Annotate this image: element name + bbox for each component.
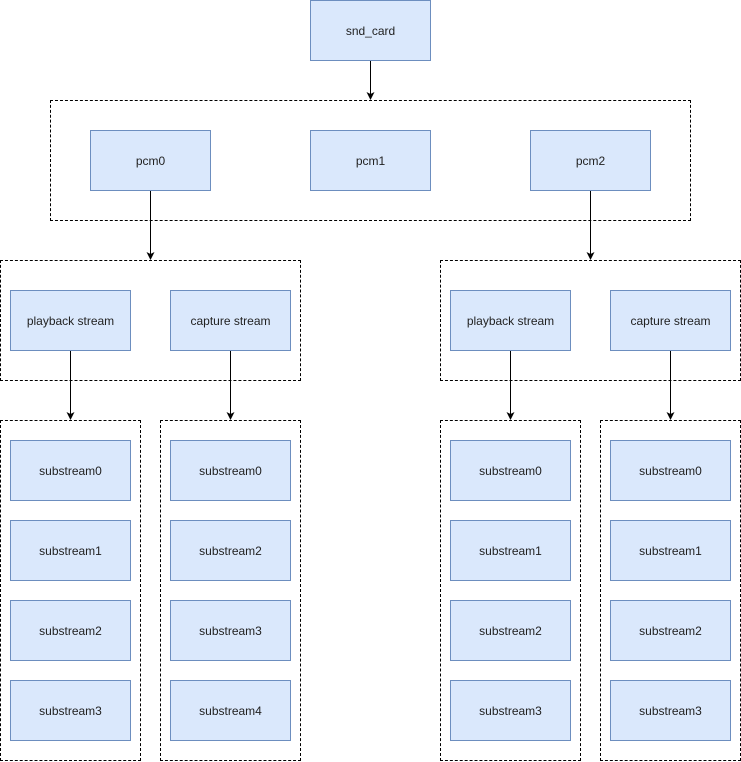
- substream-node[interactable]: substream1: [450, 520, 571, 581]
- diagram-canvas: snd_card pcm0 pcm1 pcm2 playback stream …: [0, 0, 741, 762]
- pcm2-playback-stream-node[interactable]: playback stream: [450, 290, 571, 351]
- substream-label: substream0: [199, 463, 262, 478]
- substream-label: substream1: [39, 543, 102, 558]
- substream-label: substream3: [39, 703, 102, 718]
- snd-card-node[interactable]: snd_card: [310, 0, 431, 61]
- substream-label: substream1: [479, 543, 542, 558]
- pcm1-label: pcm1: [355, 153, 386, 168]
- substream-label: substream2: [639, 623, 702, 638]
- substream-node[interactable]: substream1: [610, 520, 731, 581]
- substream-node[interactable]: substream2: [610, 600, 731, 661]
- substream-node[interactable]: substream2: [10, 600, 131, 661]
- stream-label: capture stream: [630, 313, 711, 328]
- substream-node[interactable]: substream3: [610, 680, 731, 741]
- pcm0-node[interactable]: pcm0: [90, 130, 211, 191]
- snd-card-label: snd_card: [345, 23, 396, 38]
- substream-node[interactable]: substream2: [450, 600, 571, 661]
- substream-label: substream4: [199, 703, 262, 718]
- substream-label: substream2: [39, 623, 102, 638]
- substream-node[interactable]: substream1: [10, 520, 131, 581]
- stream-label: playback stream: [26, 313, 115, 328]
- substream-label: substream1: [639, 543, 702, 558]
- pcm0-capture-stream-node[interactable]: capture stream: [170, 290, 291, 351]
- pcm2-label: pcm2: [575, 153, 606, 168]
- pcm2-capture-stream-node[interactable]: capture stream: [610, 290, 731, 351]
- substream-node[interactable]: substream0: [610, 440, 731, 501]
- substream-node[interactable]: substream3: [450, 680, 571, 741]
- pcm0-label: pcm0: [135, 153, 166, 168]
- substream-label: substream2: [479, 623, 542, 638]
- substream-label: substream0: [639, 463, 702, 478]
- substream-label: substream3: [199, 623, 262, 638]
- substream-label: substream0: [39, 463, 102, 478]
- substream-label: substream0: [479, 463, 542, 478]
- substream-node[interactable]: substream0: [450, 440, 571, 501]
- pcm1-node[interactable]: pcm1: [310, 130, 431, 191]
- substream-node[interactable]: substream0: [170, 440, 291, 501]
- substream-node[interactable]: substream3: [170, 600, 291, 661]
- substream-label: substream3: [479, 703, 542, 718]
- substream-node[interactable]: substream2: [170, 520, 291, 581]
- substream-node[interactable]: substream0: [10, 440, 131, 501]
- pcm2-node[interactable]: pcm2: [530, 130, 651, 191]
- substream-label: substream3: [639, 703, 702, 718]
- stream-label: playback stream: [466, 313, 555, 328]
- pcm0-playback-stream-node[interactable]: playback stream: [10, 290, 131, 351]
- stream-label: capture stream: [190, 313, 271, 328]
- substream-label: substream2: [199, 543, 262, 558]
- substream-node[interactable]: substream4: [170, 680, 291, 741]
- substream-node[interactable]: substream3: [10, 680, 131, 741]
